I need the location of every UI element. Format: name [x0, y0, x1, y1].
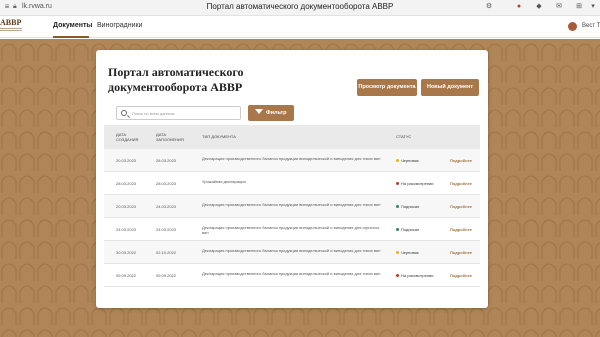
cell-filled-date: 24.03.2023 — [156, 204, 177, 209]
cell-filled-date: 09.09.2022 — [156, 273, 177, 278]
cell-filled-date: 02.10.2022 — [156, 250, 177, 255]
details-link[interactable]: Подробнее — [450, 273, 472, 278]
window-menu-icon[interactable]: ≡ — [1, 1, 13, 13]
details-link[interactable]: Подробнее — [450, 158, 472, 163]
view-document-button[interactable]: Просмотр документа — [357, 79, 417, 96]
logo[interactable]: АВВР — [0, 18, 22, 36]
cell-created-date: 20.03.2023 — [116, 158, 137, 163]
cell-document-type: Декларация производственного баланса про… — [202, 202, 381, 207]
cell-filled-date: 24.03.2023 — [156, 227, 177, 232]
table-row[interactable]: 09.09.2022 09.09.2022 Декларация производс… — [104, 264, 480, 287]
app-header: АВВР Документы Виноградники Вест Те — [0, 16, 600, 38]
status-label: Черновик — [401, 250, 419, 255]
cell-created-date: 24.03.2023 — [116, 227, 137, 232]
filter-button[interactable]: Фильтр — [248, 105, 294, 121]
cell-document-type: Декларация производственного баланса про… — [202, 225, 380, 235]
status-badge: Черновик — [396, 158, 419, 163]
status-dot-icon — [396, 182, 399, 186]
url-bar[interactable]: lk.rvwa.ru — [22, 2, 52, 12]
user-avatar-icon[interactable] — [568, 22, 577, 31]
cell-document-type: Декларация производственного баланса про… — [202, 156, 381, 161]
status-label: На рассмотрении — [401, 181, 434, 186]
filter-icon — [255, 109, 263, 114]
documents-card: Портал автоматического документооборота … — [96, 50, 488, 308]
status-label: Подписан — [401, 204, 420, 209]
extension-icon[interactable]: ⊞ — [574, 2, 584, 12]
cell-filled-date: 28.03.2023 — [156, 158, 177, 163]
details-link[interactable]: Подробнее — [450, 250, 472, 255]
status-label: Подписан — [401, 227, 420, 232]
table-header: Дата создания Дата заполнения Тип докуме… — [104, 125, 480, 149]
status-label: Черновик — [401, 158, 419, 163]
search-input[interactable]: Поиск по всем данным — [116, 106, 241, 120]
column-header-status[interactable]: Статус — [396, 134, 411, 139]
cell-created-date: 28.03.2023 — [116, 181, 137, 186]
cell-document-type: Декларация производственного баланса про… — [202, 248, 381, 253]
status-dot-icon — [396, 228, 399, 232]
status-badge: На рассмотрении — [396, 181, 434, 186]
extension-icon[interactable]: ▾ — [588, 2, 598, 12]
column-header-created[interactable]: Дата создания — [116, 132, 146, 142]
tab-vineyards[interactable]: Виноградники — [97, 21, 143, 31]
user-name[interactable]: Вест Те — [582, 22, 600, 31]
document-title: Портал автоматического документооборота … — [206, 2, 394, 11]
details-link[interactable]: Подробнее — [450, 181, 472, 186]
table-row[interactable]: 20.03.2023 24.03.2023 Декларация производс… — [104, 195, 480, 218]
cell-document-type: Урожайная декларация — [202, 179, 246, 184]
cell-created-date: 20.03.2023 — [116, 204, 137, 209]
lock-icon: 🔒︎ — [13, 3, 17, 10]
filter-label: Фильтр — [266, 110, 287, 116]
extension-icon[interactable]: ● — [514, 2, 524, 12]
status-dot-icon — [396, 274, 399, 278]
page-title: Портал автоматического документооборота … — [108, 65, 244, 94]
status-dot-icon — [396, 159, 399, 163]
status-badge: Подписан — [396, 204, 419, 209]
status-badge: Подписан — [396, 227, 419, 232]
logo-subtitle-lines — [0, 28, 22, 33]
status-dot-icon — [396, 205, 399, 209]
status-label: На рассмотрении — [401, 273, 434, 278]
details-link[interactable]: Подробнее — [450, 204, 472, 209]
column-header-filled[interactable]: Дата заполнения — [156, 132, 190, 142]
search-icon — [121, 110, 127, 116]
browser-bar: ≡ 🔒︎ lk.rvwa.ru Портал автоматического д… — [0, 0, 600, 16]
logo-text: АВВР — [0, 18, 22, 27]
active-tab-indicator — [53, 36, 89, 38]
tab-documents[interactable]: Документы — [53, 21, 92, 31]
table-row[interactable]: 28.03.2023 28.03.2023 Урожайная декларация… — [104, 172, 480, 195]
extension-icon[interactable]: ⚙ — [484, 2, 494, 12]
cell-document-type: Декларация производственного баланса про… — [202, 271, 381, 276]
details-link[interactable]: Подробнее — [450, 227, 472, 232]
table-row[interactable]: 30.03.2022 02.10.2022 Декларация производс… — [104, 241, 480, 264]
new-document-button[interactable]: Новый документ — [421, 79, 479, 96]
status-badge: Черновик — [396, 250, 419, 255]
column-header-type[interactable]: Тип документа — [202, 134, 236, 139]
search-placeholder: Поиск по всем данным — [132, 111, 175, 116]
status-dot-icon — [396, 251, 399, 255]
table-row[interactable]: 24.03.2023 24.03.2023 Декларация производс… — [104, 218, 480, 241]
cell-created-date: 30.03.2022 — [116, 250, 137, 255]
cell-created-date: 09.09.2022 — [116, 273, 137, 278]
extension-icon[interactable]: ◆ — [534, 2, 544, 12]
table-row[interactable]: 20.03.2023 28.03.2023 Декларация производс… — [104, 149, 480, 172]
cell-filled-date: 28.03.2023 — [156, 181, 177, 186]
status-badge: На рассмотрении — [396, 273, 434, 278]
documents-table: Дата создания Дата заполнения Тип докуме… — [104, 125, 480, 301]
extension-icon[interactable]: ✉ — [554, 2, 564, 12]
